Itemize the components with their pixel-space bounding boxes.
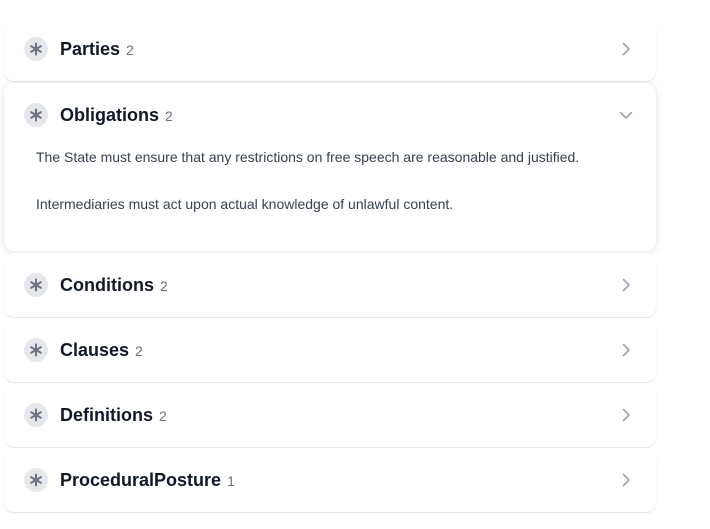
section-title-text: Clauses bbox=[60, 340, 130, 360]
chevron-down-icon[interactable] bbox=[618, 107, 634, 123]
section-title: ProceduralPosture 1 bbox=[60, 468, 235, 493]
asterisk-icon bbox=[24, 468, 48, 492]
section-header-obligations[interactable]: Obligations 2 bbox=[4, 83, 656, 147]
section-title: Obligations 2 bbox=[60, 103, 173, 128]
section-content-obligations: The State must ensure that any restricti… bbox=[36, 149, 636, 243]
section-title: Definitions 2 bbox=[60, 403, 167, 428]
section-panel-proceduralposture: ProceduralPosture 1 bbox=[4, 448, 656, 512]
asterisk-icon bbox=[24, 103, 48, 127]
section-count: 2 bbox=[159, 408, 167, 424]
section-title-text: Parties bbox=[60, 39, 121, 59]
section-title: Conditions 2 bbox=[60, 273, 168, 298]
chevron-right-icon[interactable] bbox=[618, 41, 634, 57]
section-panel-conditions: Conditions 2 bbox=[4, 253, 656, 317]
section-title-text: ProceduralPosture bbox=[60, 470, 222, 490]
section-title-text: Definitions bbox=[60, 405, 153, 425]
asterisk-icon bbox=[24, 338, 48, 362]
obligation-item: The State must ensure that any restricti… bbox=[36, 149, 580, 165]
asterisk-icon bbox=[24, 37, 48, 61]
section-count: 2 bbox=[159, 278, 168, 294]
section-title: Parties 2 bbox=[60, 37, 134, 62]
asterisk-icon bbox=[24, 273, 48, 297]
section-header-clauses[interactable]: Clauses 2 bbox=[4, 318, 656, 382]
chevron-right-icon[interactable] bbox=[618, 342, 634, 358]
document-sections-accordion: Parties 2 Obligations 2 The State must ens… bbox=[0, 0, 710, 529]
chevron-right-icon[interactable] bbox=[618, 407, 634, 423]
section-panel-definitions: Definitions 2 bbox=[4, 383, 656, 447]
obligation-item: Intermediaries must act upon actual know… bbox=[36, 196, 454, 212]
section-header-conditions[interactable]: Conditions 2 bbox=[4, 253, 656, 317]
chevron-right-icon[interactable] bbox=[618, 277, 634, 293]
section-panel-obligations: Obligations 2 The State must ensure that … bbox=[4, 83, 656, 251]
section-count: 2 bbox=[165, 108, 173, 124]
chevron-right-icon[interactable] bbox=[618, 472, 634, 488]
asterisk-icon bbox=[24, 403, 48, 427]
section-count: 1 bbox=[227, 473, 235, 489]
section-header-parties[interactable]: Parties 2 bbox=[4, 17, 656, 81]
section-title: Clauses 2 bbox=[60, 338, 143, 363]
section-count: 2 bbox=[126, 42, 134, 58]
section-header-definitions[interactable]: Definitions 2 bbox=[4, 383, 656, 447]
section-count: 2 bbox=[135, 343, 143, 359]
section-title-text: Conditions bbox=[60, 275, 154, 295]
section-title-text: Obligations bbox=[60, 105, 159, 125]
section-panel-clauses: Clauses 2 bbox=[4, 318, 656, 382]
section-header-proceduralposture[interactable]: ProceduralPosture 1 bbox=[4, 448, 656, 512]
section-panel-parties: Parties 2 bbox=[4, 17, 656, 81]
